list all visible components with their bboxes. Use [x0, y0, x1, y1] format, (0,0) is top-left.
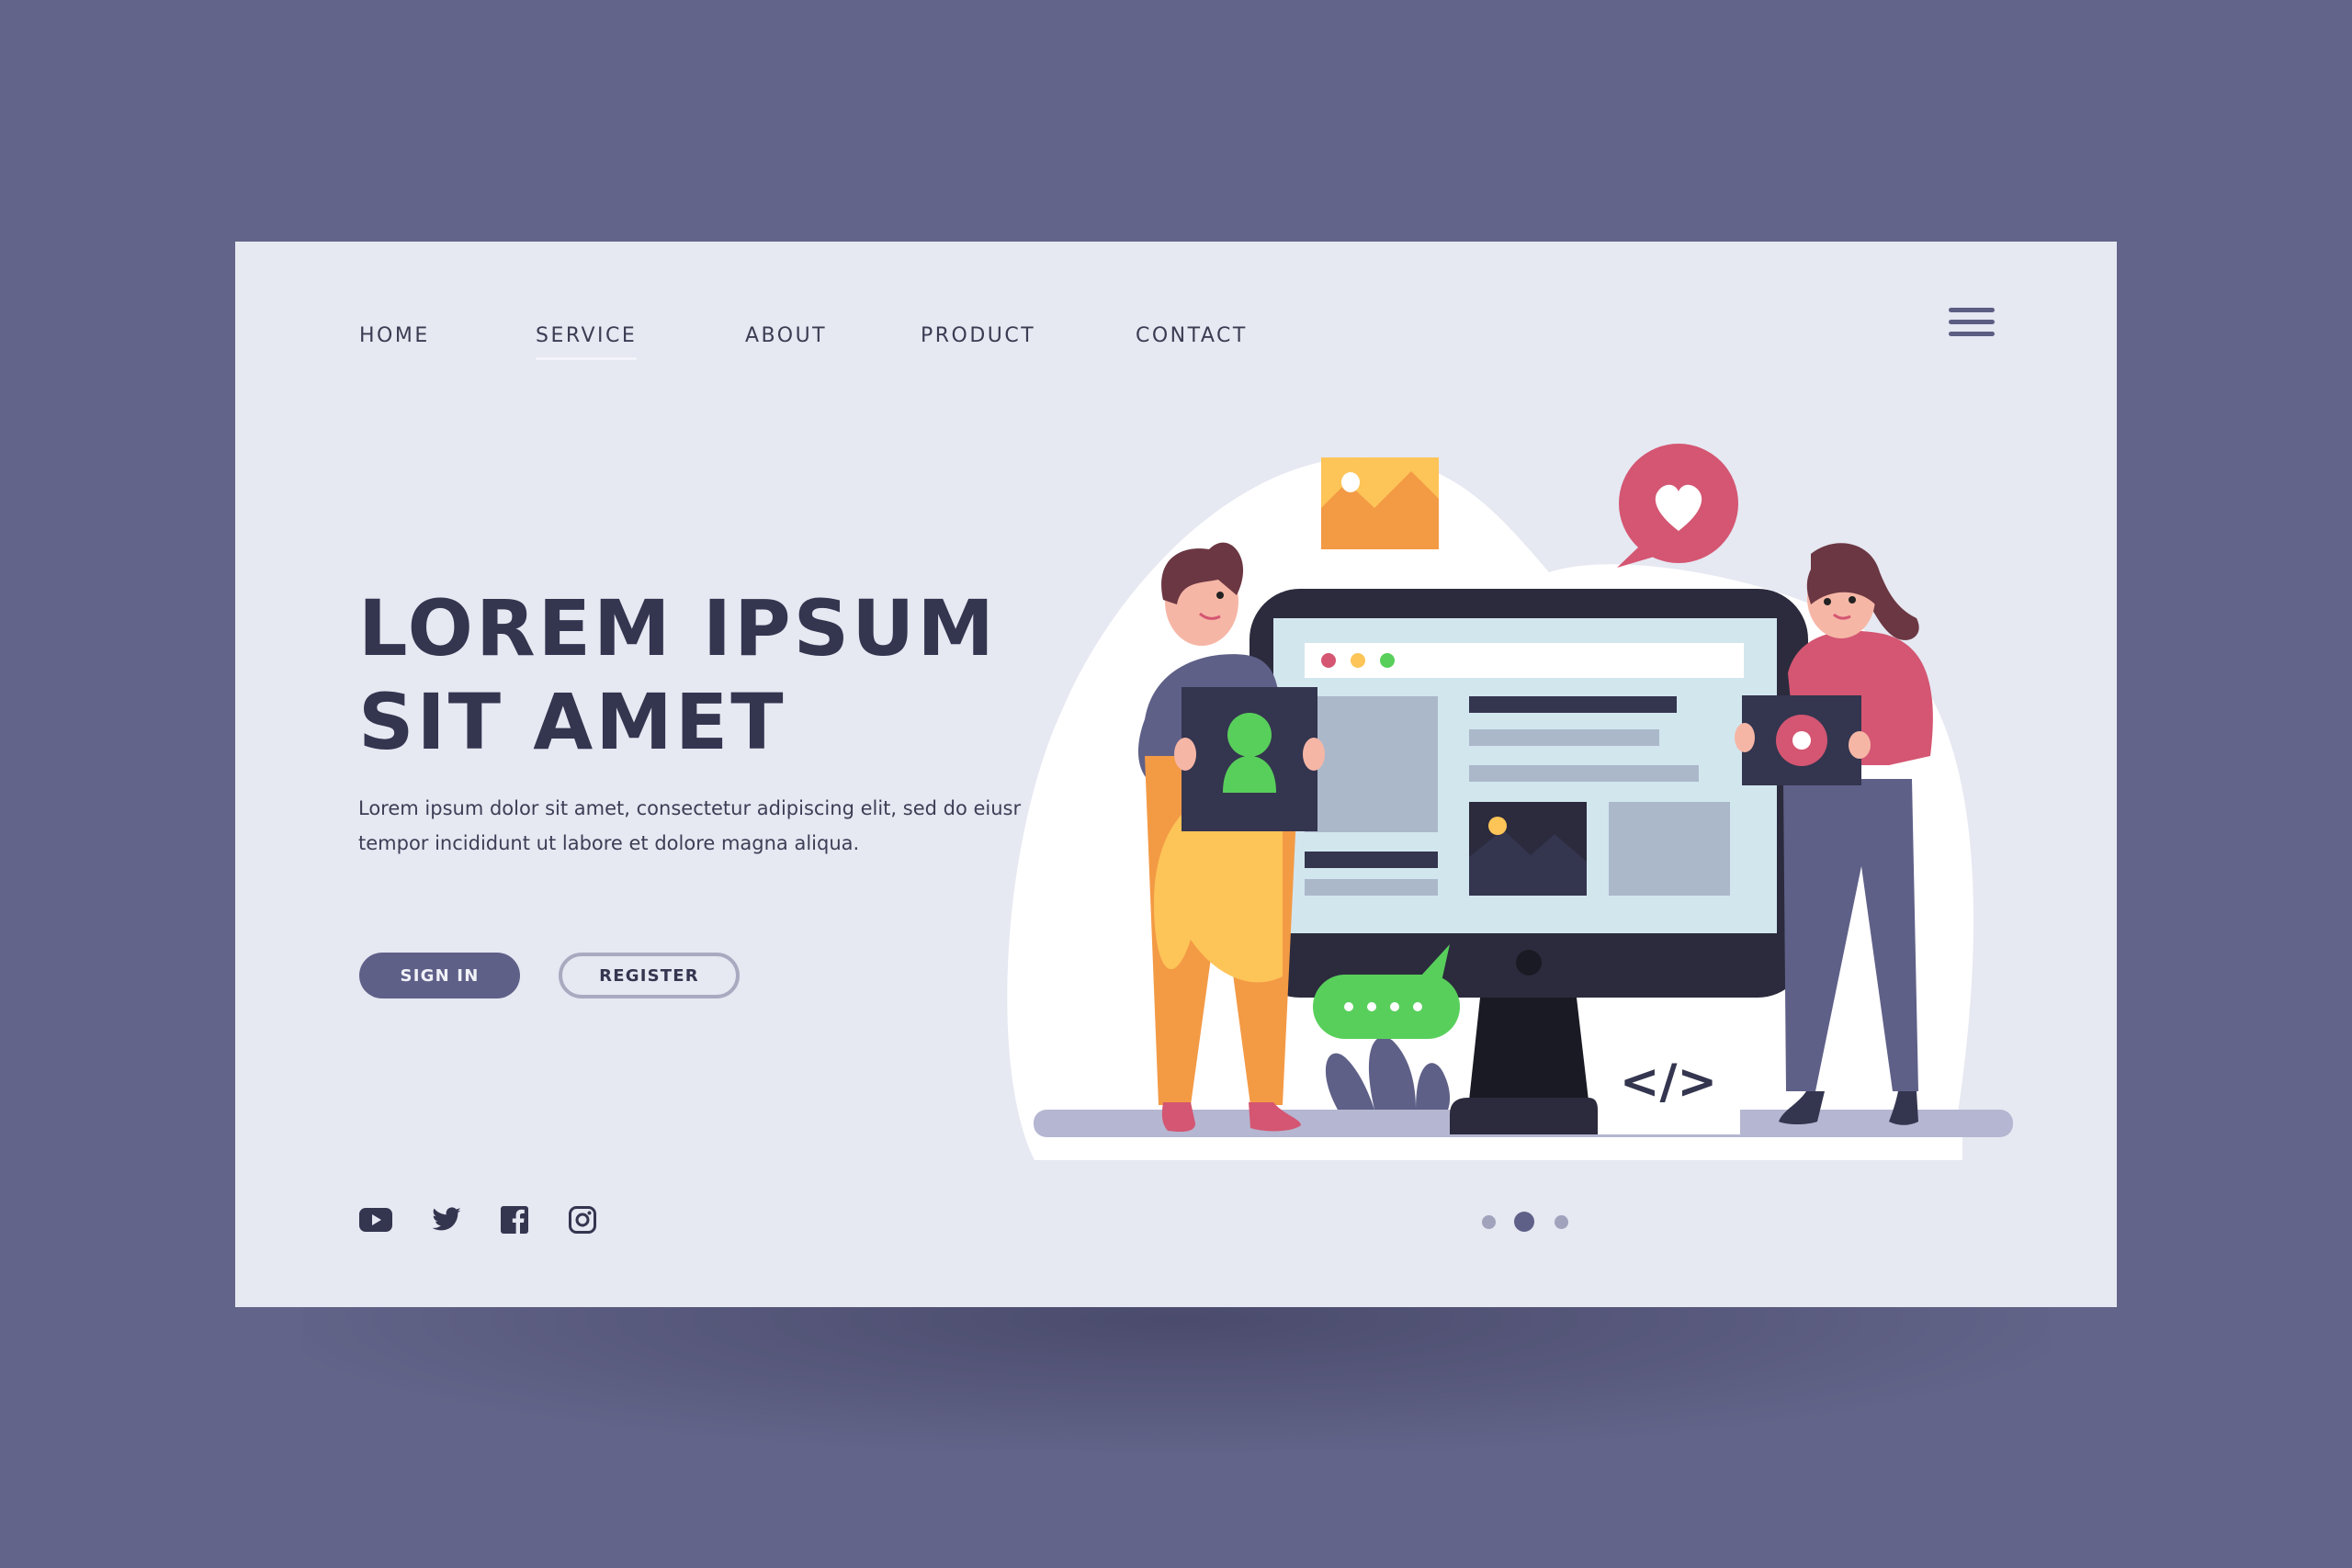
carousel-dot-1[interactable]: [1482, 1215, 1496, 1229]
youtube-icon[interactable]: [359, 1204, 392, 1235]
instagram-icon[interactable]: [568, 1204, 597, 1235]
hamburger-menu-icon[interactable]: [1949, 308, 1995, 337]
nav-home[interactable]: HOME: [359, 324, 430, 347]
code-tag-icon: </>: [1620, 1055, 1717, 1110]
heart-bubble-icon: [1617, 444, 1738, 568]
nav-service[interactable]: SERVICE: [536, 324, 638, 360]
hero-description-line1: Lorem ipsum dolor sit amet, consectetur …: [358, 797, 1022, 819]
carousel-dot-2-active[interactable]: [1514, 1212, 1534, 1232]
nav-contact[interactable]: CONTACT: [1136, 324, 1248, 347]
hero-description-line2: tempor incididunt ut labore et dolore ma…: [358, 832, 860, 854]
card-shadow: [303, 1286, 2049, 1451]
carousel-dot-3[interactable]: [1555, 1215, 1568, 1229]
sign-in-button[interactable]: SIGN IN: [359, 953, 520, 998]
menu-bar: [1949, 320, 1995, 324]
hero-description: Lorem ipsum dolor sit amet, consectetur …: [358, 791, 1240, 861]
nav-about[interactable]: ABOUT: [745, 324, 827, 347]
landing-page-card: </> HOME SERVICE ABOUT PRODUCT CONTACT L…: [235, 242, 2117, 1307]
nav-product[interactable]: PRODUCT: [921, 324, 1035, 347]
hero-title-line2: SIT AMET: [358, 677, 786, 767]
register-button[interactable]: REGISTER: [559, 953, 740, 998]
menu-bar: [1949, 308, 1995, 312]
hero-title: LOREM IPSUM SIT AMET: [358, 581, 997, 769]
image-card-icon: [1321, 457, 1439, 549]
facebook-icon[interactable]: [500, 1204, 529, 1235]
twitter-icon[interactable]: [431, 1204, 462, 1235]
hero-title-line1: LOREM IPSUM: [358, 583, 997, 673]
menu-bar: [1949, 332, 1995, 336]
hero-illustration: </>: [1007, 444, 2013, 1160]
